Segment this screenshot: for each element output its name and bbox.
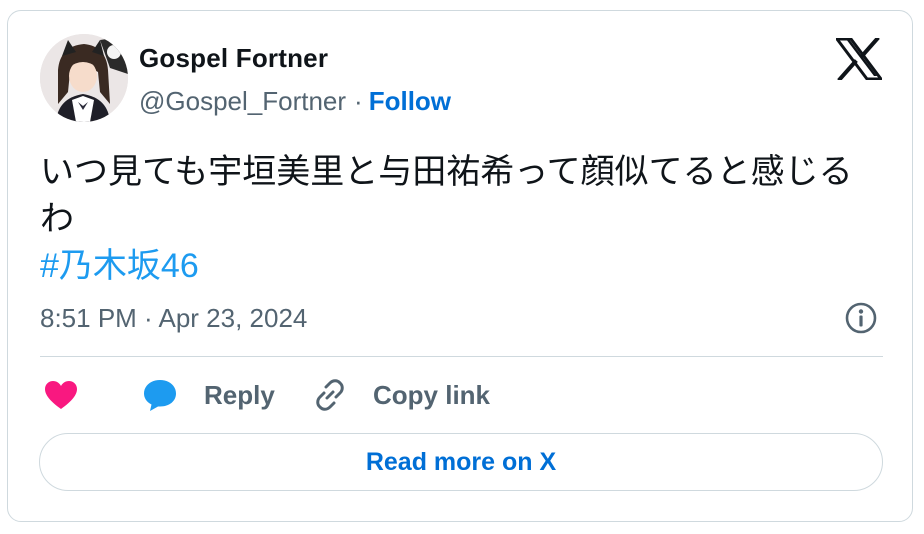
copy-link-button[interactable]: Copy link: [311, 375, 490, 415]
tweet-body: いつ見ても宇垣美里と与田祐希って顔似てると感じるわ: [40, 153, 853, 238]
x-logo-icon[interactable]: [835, 36, 883, 82]
avatar-image: [40, 34, 128, 122]
tweet-text: いつ見ても宇垣美里と与田祐希って顔似てると感じるわ #乃木坂46: [40, 149, 885, 290]
heart-icon: [45, 381, 77, 409]
author-handle-row: @Gospel_Fortner · Follow: [139, 86, 451, 117]
like-button[interactable]: [44, 375, 78, 415]
follow-button[interactable]: Follow: [369, 86, 451, 116]
avatar[interactable]: [40, 34, 128, 122]
read-more-button[interactable]: Read more on X: [39, 433, 883, 491]
author-display-name[interactable]: Gospel Fortner: [139, 43, 328, 74]
info-icon[interactable]: [844, 301, 878, 335]
link-icon: [316, 379, 344, 411]
copy-link-label: Copy link: [373, 379, 491, 410]
reply-label: Reply: [204, 379, 275, 410]
tweet-timestamp[interactable]: 8:51 PM · Apr 23, 2024: [40, 303, 307, 334]
separator-dot: ·: [354, 86, 363, 116]
author-handle[interactable]: @Gospel_Fortner: [139, 86, 346, 116]
speech-bubble-icon: [144, 380, 176, 411]
reply-button[interactable]: Reply: [141, 375, 275, 415]
divider: [40, 356, 883, 357]
tweet-embed-card: Gospel Fortner @Gospel_Fortner · Follow いつ…: [7, 10, 913, 522]
hashtag-link[interactable]: #乃木坂46: [40, 243, 885, 290]
